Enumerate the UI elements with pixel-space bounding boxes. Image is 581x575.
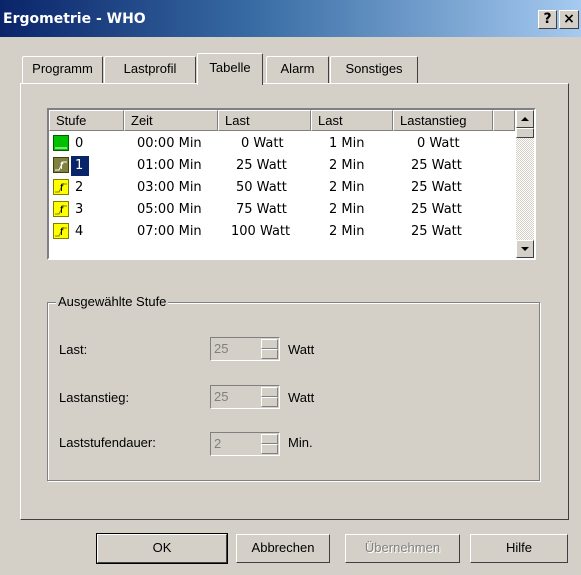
- tab-programm[interactable]: Programm: [22, 56, 103, 84]
- cell-zeit: 05:00 Min: [137, 202, 202, 217]
- column-header-last-min[interactable]: Last: [311, 110, 393, 131]
- dialog-window: Ergometrie - WHO ? × Programm Lastprofil…: [0, 0, 581, 575]
- laststufendauer-spinner[interactable]: 2: [210, 432, 280, 456]
- column-header-last-watt[interactable]: Last: [218, 110, 311, 131]
- column-header-zeit[interactable]: Zeit: [124, 110, 218, 131]
- lastanstieg-unit: Watt: [288, 390, 315, 405]
- selected-stage-group: Ausgewählte Stufe Last: 25 Watt Lastanst…: [47, 294, 540, 481]
- cell-zeit: 01:00 Min: [137, 158, 202, 173]
- ramp-icon: f: [53, 223, 69, 239]
- svg-text:f: f: [60, 227, 64, 238]
- tab-tabelle[interactable]: Tabelle: [197, 53, 263, 85]
- ramp-icon: f: [53, 179, 69, 195]
- cell-lastanstieg: 25 Watt: [411, 224, 462, 239]
- laststufendauer-value: 2: [214, 436, 222, 451]
- cell-lastanstieg: 0 Watt: [417, 136, 460, 151]
- column-header-stufe[interactable]: Stufe: [49, 110, 124, 131]
- cell-last-watt: 50 Watt: [236, 180, 287, 195]
- cancel-button[interactable]: Abbrechen: [236, 534, 330, 563]
- apply-button[interactable]: Übernehmen: [345, 534, 460, 563]
- help-dialog-button[interactable]: Hilfe: [470, 534, 568, 563]
- lastanstieg-label: Lastanstieg:: [59, 390, 130, 405]
- svg-text:f: f: [60, 205, 64, 216]
- laststufendauer-unit: Min.: [288, 435, 313, 450]
- arrow-up-icon: [521, 117, 529, 121]
- table-row[interactable]: f 4 07:00 Min 100 Watt 2 Min 25 Watt: [49, 221, 512, 243]
- spin-up-button[interactable]: [261, 387, 278, 397]
- tab-alarm[interactable]: Alarm: [266, 56, 329, 84]
- last-label: Last:: [59, 342, 88, 357]
- cell-last-watt: 0 Watt: [241, 136, 284, 151]
- cell-stufe: 0: [75, 136, 84, 151]
- cell-lastanstieg: 25 Watt: [411, 158, 462, 173]
- cell-last-min: 2 Min: [329, 224, 365, 239]
- scroll-thumb[interactable]: [516, 128, 534, 138]
- table-row[interactable]: 0 00:00 Min 0 Watt 1 Min 0 Watt: [49, 133, 512, 155]
- cell-lastanstieg: 25 Watt: [411, 202, 462, 217]
- last-unit: Watt: [288, 342, 315, 357]
- column-header-lastanstieg[interactable]: Lastanstieg: [393, 110, 493, 131]
- cell-stufe: 2: [75, 180, 84, 195]
- last-spinner[interactable]: 25: [210, 337, 280, 361]
- cell-stufe: 3: [75, 202, 84, 217]
- scroll-down-button[interactable]: [516, 240, 534, 258]
- cell-last-watt: 25 Watt: [236, 158, 287, 173]
- cell-last-watt: 100 Watt: [231, 224, 291, 239]
- cell-last-min: 2 Min: [329, 202, 365, 217]
- tab-sonstiges[interactable]: Sonstiges: [330, 56, 418, 84]
- spin-up-button[interactable]: [261, 434, 278, 444]
- tab-lastprofil[interactable]: Lastprofil: [104, 56, 196, 84]
- title-bar[interactable]: Ergometrie - WHO ? ×: [0, 0, 581, 37]
- help-button[interactable]: ?: [538, 10, 557, 29]
- tab-panel-tabelle: Stufe Zeit Last Last Lastanstieg 0 00:00…: [20, 83, 569, 520]
- table-row[interactable]: f 3 05:00 Min 75 Watt 2 Min 25 Watt: [49, 199, 512, 221]
- window-title: Ergometrie - WHO: [3, 11, 146, 27]
- column-header-filler: [493, 110, 515, 131]
- table-row[interactable]: f 2 03:00 Min 50 Watt 2 Min 25 Watt: [49, 177, 512, 199]
- scroll-up-button[interactable]: [516, 110, 534, 128]
- lastanstieg-value: 25: [214, 389, 229, 404]
- ramp-icon: f: [53, 201, 69, 217]
- svg-text:f: f: [60, 161, 64, 172]
- svg-text:f: f: [60, 183, 64, 194]
- arrow-down-icon: [521, 247, 529, 251]
- cell-zeit: 07:00 Min: [137, 224, 202, 239]
- spin-down-button[interactable]: [261, 349, 278, 359]
- laststufendauer-label: Laststufendauer:: [59, 435, 156, 450]
- spin-down-button[interactable]: [261, 444, 278, 454]
- spin-down-button[interactable]: [261, 397, 278, 407]
- stages-table[interactable]: Stufe Zeit Last Last Lastanstieg 0 00:00…: [47, 108, 536, 260]
- last-value: 25: [214, 341, 229, 356]
- cell-zeit: 03:00 Min: [137, 180, 202, 195]
- close-button[interactable]: ×: [559, 10, 579, 29]
- cell-stufe: 1: [71, 156, 90, 176]
- cell-last-min: 2 Min: [329, 180, 365, 195]
- cell-last-min: 1 Min: [329, 136, 365, 151]
- cell-stufe: 4: [75, 224, 84, 239]
- cell-lastanstieg: 25 Watt: [411, 180, 462, 195]
- table-header: Stufe Zeit Last Last Lastanstieg: [49, 110, 515, 131]
- group-label: Ausgewählte Stufe: [56, 294, 169, 309]
- table-row-selected[interactable]: f 1 01:00 Min 25 Watt 2 Min 25 Watt: [49, 155, 512, 177]
- cell-last-min: 2 Min: [329, 158, 365, 173]
- spin-up-button[interactable]: [261, 339, 278, 349]
- vertical-scrollbar[interactable]: [516, 110, 534, 258]
- cell-last-watt: 75 Watt: [236, 202, 287, 217]
- cell-zeit: 00:00 Min: [137, 136, 202, 151]
- ramp-icon: f: [53, 157, 69, 173]
- ok-button[interactable]: OK: [96, 533, 228, 564]
- green-level-icon: [53, 135, 69, 151]
- lastanstieg-spinner[interactable]: 25: [210, 385, 280, 409]
